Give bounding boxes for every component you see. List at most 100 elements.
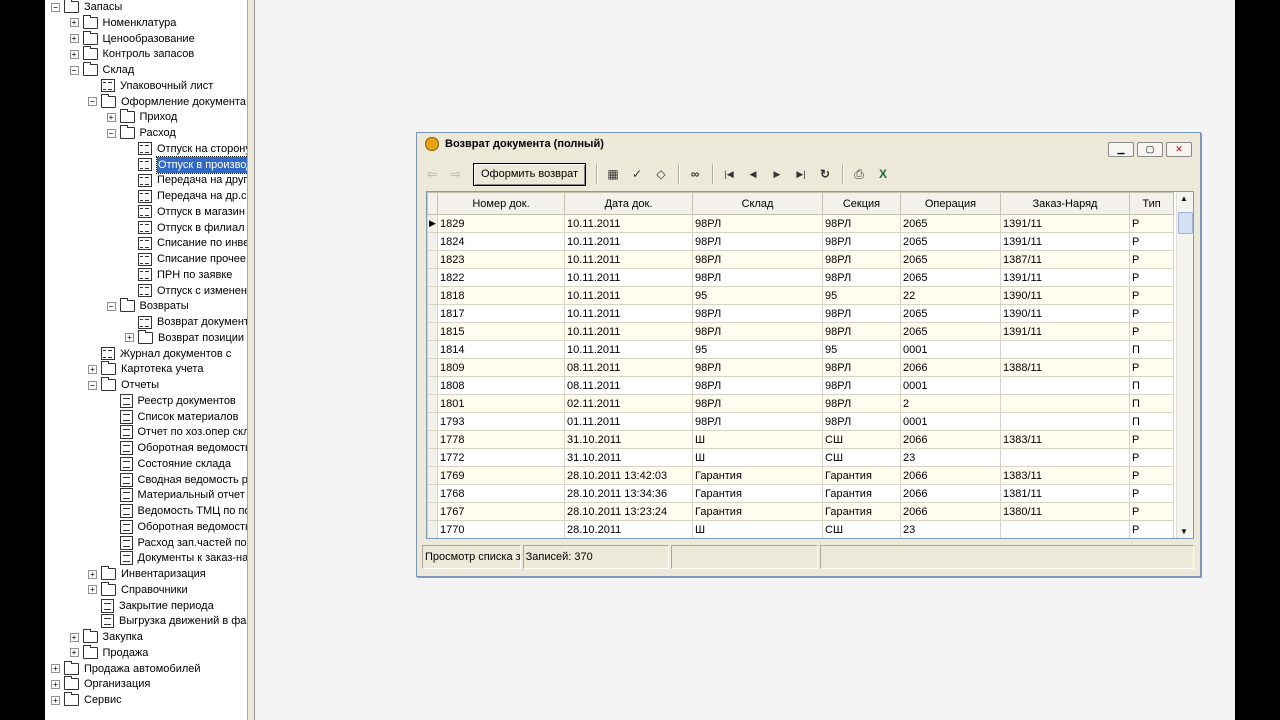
tree-item[interactable]: + Возврат позиции д (125, 329, 247, 346)
collapse-icon[interactable]: − (88, 97, 97, 106)
table-cell[interactable]: 0001 (900, 376, 1001, 395)
row-indicator[interactable] (427, 376, 438, 395)
table-cell[interactable]: 98РЛ (822, 394, 901, 413)
column-header[interactable]: Секция (822, 192, 901, 215)
row-indicator[interactable] (427, 358, 438, 377)
tree-item[interactable]: + Контроль запасов (69, 46, 194, 62)
table-cell[interactable]: Гарантия (822, 466, 901, 485)
column-header[interactable]: Операция (900, 192, 1001, 215)
table-cell[interactable]: 1793 (437, 412, 565, 431)
table-cell[interactable] (1000, 520, 1130, 538)
collapse-icon[interactable]: − (106, 301, 116, 311)
table-cell[interactable]: 10.11.2011 (564, 304, 693, 323)
tree-item[interactable]: + Организация (51, 676, 150, 692)
table-cell[interactable]: 2066 (900, 484, 1001, 503)
expand-icon[interactable]: + (69, 49, 79, 59)
back-arrow-icon[interactable]: ⇦ (421, 163, 443, 185)
table-cell[interactable]: 2065 (900, 268, 1001, 287)
table-cell[interactable] (1000, 412, 1130, 431)
tree-item[interactable]: Состояние склада (107, 456, 231, 472)
tree-item[interactable]: Отпуск в производ (125, 155, 247, 174)
expand-icon[interactable]: + (88, 569, 97, 579)
table-cell[interactable]: 98РЛ (822, 412, 901, 431)
expand-icon[interactable]: + (51, 695, 60, 705)
tree-item[interactable]: Оборотная ведомость (107, 440, 247, 456)
table-cell[interactable]: 10.11.2011 (564, 214, 693, 233)
tree-item[interactable]: − Запасы (51, 0, 122, 15)
tree-item[interactable]: + Продажа (69, 644, 148, 661)
table-cell[interactable]: 22 (900, 286, 1001, 305)
table-cell[interactable]: 10.11.2011 (564, 322, 693, 341)
table-cell[interactable]: 98РЛ (822, 358, 901, 377)
vertical-scrollbar[interactable]: ▲ ▼ (1176, 192, 1193, 538)
column-header[interactable]: Дата док. (564, 192, 693, 215)
filter-table-icon[interactable]: ▦ (602, 163, 624, 185)
tree-item[interactable]: − Возвраты (106, 298, 189, 314)
table-cell[interactable]: 98РЛ (692, 322, 823, 341)
table-cell[interactable]: Р (1129, 286, 1174, 305)
table-cell[interactable]: 1380/11 (1000, 502, 1130, 521)
table-cell[interactable]: 02.11.2011 (564, 394, 693, 413)
maximize-button[interactable]: ▢ (1137, 142, 1163, 157)
table-cell[interactable]: Р (1129, 322, 1174, 341)
table-cell[interactable]: 1390/11 (1000, 304, 1130, 323)
table-cell[interactable]: 98РЛ (692, 358, 823, 377)
table-cell[interactable]: СШ (822, 430, 901, 449)
tree-item[interactable]: Реестр документов (107, 393, 236, 409)
table-cell[interactable]: 1808 (437, 376, 565, 395)
table-cell[interactable]: 1817 (437, 304, 565, 323)
tree-item[interactable]: − Расход (106, 125, 176, 141)
forward-arrow-icon[interactable]: ⇨ (445, 163, 467, 185)
collapse-icon[interactable]: − (69, 65, 79, 75)
table-cell[interactable]: 31.10.2011 (564, 430, 693, 449)
table-cell[interactable]: 08.11.2011 (564, 358, 693, 377)
table-cell[interactable]: 98РЛ (692, 304, 823, 323)
binoculars-search-icon[interactable]: ∞ (684, 163, 706, 185)
expand-icon[interactable]: + (69, 18, 79, 28)
scrollbar-thumb[interactable] (1178, 212, 1193, 234)
column-header[interactable]: Заказ-Наряд (1000, 192, 1130, 215)
row-indicator[interactable] (427, 250, 438, 269)
table-row[interactable]: 1815 10.11.2011 98РЛ 98РЛ 2065 1391/11 Р (427, 322, 1174, 341)
table-cell[interactable]: 98РЛ (822, 214, 901, 233)
table-cell[interactable]: 1391/11 (1000, 322, 1130, 341)
table-cell[interactable]: Ш (692, 448, 823, 467)
table-row[interactable]: 1772 31.10.2011 Ш СШ 23 Р (427, 448, 1174, 467)
table-cell[interactable]: 1383/11 (1000, 466, 1130, 485)
expand-icon[interactable]: + (51, 679, 60, 689)
scroll-up-icon[interactable]: ▲ (1180, 194, 1188, 203)
table-cell[interactable]: 01.11.2011 (564, 412, 693, 431)
table-cell[interactable]: 1390/11 (1000, 286, 1130, 305)
table-cell[interactable]: 23 (900, 520, 1001, 538)
table-cell[interactable]: 1767 (437, 502, 565, 521)
table-cell[interactable]: 1815 (437, 322, 565, 341)
table-cell[interactable]: Р (1129, 484, 1174, 503)
navigation-tree[interactable]: − Запасы + Номенклатура + Ценообразование + Кон… (45, 0, 248, 720)
table-cell[interactable]: Р (1129, 268, 1174, 287)
table-cell[interactable]: 95 (692, 340, 823, 359)
tree-item[interactable]: + Закупка (69, 629, 143, 645)
table-cell[interactable]: 1772 (437, 448, 565, 467)
scroll-down-icon[interactable]: ▼ (1180, 527, 1188, 536)
expand-icon[interactable]: + (88, 364, 97, 374)
table-row[interactable]: 1817 10.11.2011 98РЛ 98РЛ 2065 1390/11 Р (427, 304, 1174, 323)
row-indicator[interactable] (427, 430, 438, 449)
documents-grid[interactable]: Номер док. Дата док. Склад Секция Операция За… (426, 191, 1194, 539)
table-cell[interactable]: 2066 (900, 430, 1001, 449)
tree-item[interactable]: Выгрузка движений в фай (88, 613, 247, 629)
table-cell[interactable]: 1381/11 (1000, 484, 1130, 503)
table-cell[interactable]: 1768 (437, 484, 565, 503)
table-row[interactable]: ▶ 1829 10.11.2011 98РЛ 98РЛ 2065 1391/11 Р (427, 214, 1174, 233)
tree-item[interactable]: Отпуск в филиал (125, 220, 245, 236)
column-header[interactable]: Склад (692, 192, 823, 215)
table-cell[interactable]: 10.11.2011 (564, 268, 693, 287)
table-cell[interactable]: Ш (692, 520, 823, 538)
tree-item[interactable]: Списание прочее (125, 251, 246, 267)
table-cell[interactable] (1000, 394, 1130, 413)
table-cell[interactable]: П (1129, 340, 1174, 359)
tree-item[interactable]: Ведомость ТМЦ по по (107, 503, 247, 519)
table-cell[interactable]: Р (1129, 466, 1174, 485)
table-cell[interactable]: 98РЛ (692, 232, 823, 251)
table-row[interactable]: 1778 31.10.2011 Ш СШ 2066 1383/11 Р (427, 430, 1174, 449)
table-cell[interactable]: СШ (822, 520, 901, 538)
